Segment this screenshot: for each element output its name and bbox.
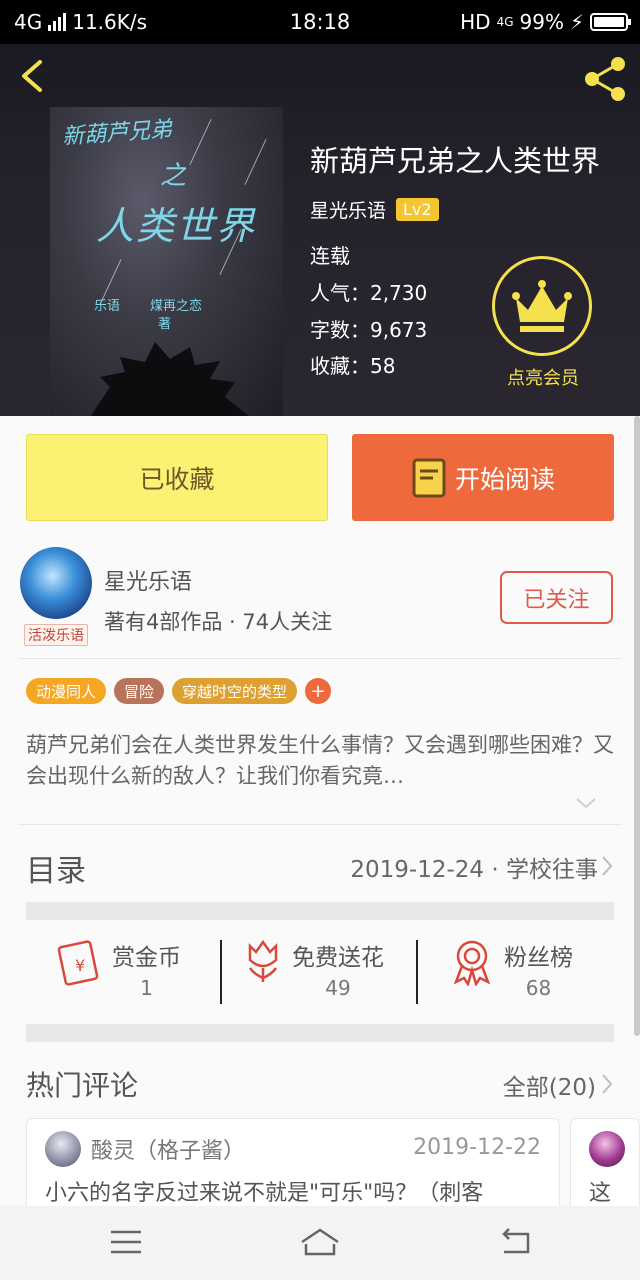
commenter-avatar (589, 1131, 625, 1167)
comment-date: 2019-12-22 (413, 1135, 541, 1160)
tag-item[interactable]: 穿越时空的类型 (172, 678, 298, 704)
tree-silhouette-icon (90, 342, 249, 416)
commenter-name: 酸灵（格子酱） (91, 1139, 246, 1164)
comment-card[interactable]: 酸灵（格子酱） 2019-12-22 小六的名字反过来说不就是"可乐"吗？（刺客 (26, 1118, 560, 1218)
author-works-info: 著有4部作品 · 74人关注 (104, 610, 333, 634)
stat-value: 1 (140, 976, 153, 1000)
section-separator (26, 1024, 614, 1042)
start-reading-label: 开始阅读 (454, 464, 555, 494)
divider (18, 658, 622, 659)
stat-label: 免费送花 (292, 945, 384, 971)
cover-author-1: 乐语 (94, 299, 121, 314)
author-row: 星光乐语 Lv2 (310, 196, 439, 223)
add-tag-button[interactable]: + (305, 678, 332, 704)
book-author[interactable]: 星光乐语 (310, 196, 386, 223)
avatar-tag: 活泼乐语 (24, 624, 88, 646)
chevron-right-icon (602, 856, 613, 876)
medal-icon (453, 940, 491, 986)
toc-title: 目录 (26, 854, 86, 889)
back-nav-icon[interactable] (496, 1224, 536, 1260)
divider (220, 940, 222, 1004)
cover-author-2: 煤再之恋 (150, 299, 203, 314)
battery-percent: 99% (519, 10, 564, 34)
tag-list: 动漫同人 冒险 穿越时空的类型 + (26, 678, 332, 704)
book-status: 连载 (310, 244, 350, 268)
cover-title-line2: 之 (160, 161, 187, 191)
cover-title-line1: 新葫芦兄弟 (61, 117, 173, 150)
tag-item[interactable]: 动漫同人 (26, 678, 107, 704)
battery-icon (590, 13, 631, 31)
stat-value: 49 (325, 976, 351, 1000)
commenter-avatar (45, 1131, 81, 1167)
hd-indicator: HD (460, 10, 491, 34)
hot-comments-title: 热门评论 (26, 1069, 139, 1102)
vip-button[interactable]: 点亮会员 (492, 256, 594, 390)
fan-ranking[interactable]: 粉丝榜 68 (450, 938, 573, 1000)
book-title: 新葫芦兄弟之人类世界 (310, 144, 601, 178)
system-nav-bar (0, 1206, 640, 1280)
level-badge: Lv2 (396, 198, 439, 221)
comment-text: 小六的名字反过来说不就是"可乐"吗？（刺客 (45, 1181, 484, 1206)
crown-icon (492, 256, 592, 356)
toc-latest-chapter: 2019-12-24 · 学校往事 (350, 857, 598, 883)
book-description[interactable]: 葫芦兄弟们会在人类世界发生什么事情？又会遇到哪些困难？又会出现什么新的敌人？让我… (26, 730, 616, 792)
reward-coins[interactable]: ¥ 赏金币 1 (56, 938, 181, 1000)
author-block-name[interactable]: 星光乐语 (104, 564, 192, 596)
vip-label: 点亮会员 (507, 368, 579, 389)
tag-item[interactable]: 冒险 (114, 678, 165, 704)
back-icon[interactable] (14, 56, 54, 96)
scrollbar[interactable] (634, 416, 640, 1036)
stat-label: 赏金币 (112, 945, 181, 971)
menu-icon[interactable] (106, 1224, 146, 1260)
book-cover[interactable]: 新葫芦兄弟 之 人类世界 乐语 煤再之恋 著 (50, 107, 283, 416)
book-popularity: 人气：2,730 (310, 281, 428, 305)
cover-title-line3: 人类世界 (96, 204, 257, 248)
book-favorites: 收藏：58 (310, 354, 396, 378)
section-separator (26, 902, 614, 920)
book-header: 新葫芦兄弟 之 人类世界 乐语 煤再之恋 著 新葫芦兄弟之人类世界 星光乐语 L… (0, 44, 640, 416)
svg-text:¥: ¥ (75, 956, 85, 975)
book-word-count: 字数：9,673 (310, 318, 428, 342)
stat-label: 粉丝榜 (504, 945, 573, 971)
free-flowers[interactable]: 免费送花 49 (244, 938, 384, 1000)
book-icon (412, 458, 446, 497)
status-bar: 4G 11.6K/s 18:18 HD 4G 99% ⚡ (0, 0, 640, 44)
book-detail-content: 已收藏 开始阅读 活泼乐语 星光乐语 著有4部作品 · 74人关注 已关注 动漫… (0, 416, 640, 1218)
comment-card[interactable]: 这 (570, 1118, 640, 1218)
red-envelope-icon: ¥ (57, 940, 99, 986)
share-icon[interactable] (580, 54, 630, 104)
author-avatar[interactable] (20, 547, 92, 619)
chevron-right-icon[interactable] (600, 1072, 614, 1096)
follow-button[interactable]: 已关注 (500, 571, 613, 624)
comment-text: 这 (589, 1181, 612, 1206)
stat-value: 68 (525, 976, 552, 1000)
chevron-down-icon[interactable] (574, 796, 598, 810)
flower-icon (248, 939, 278, 982)
home-icon[interactable] (298, 1224, 342, 1260)
start-reading-button[interactable]: 开始阅读 (352, 434, 614, 521)
collected-button[interactable]: 已收藏 (26, 434, 328, 521)
divider (416, 940, 418, 1004)
charging-icon: ⚡ (569, 10, 584, 34)
divider (18, 824, 622, 825)
hd-network: 4G (496, 15, 514, 29)
all-comments-link[interactable]: 全部(20) (503, 1068, 596, 1102)
